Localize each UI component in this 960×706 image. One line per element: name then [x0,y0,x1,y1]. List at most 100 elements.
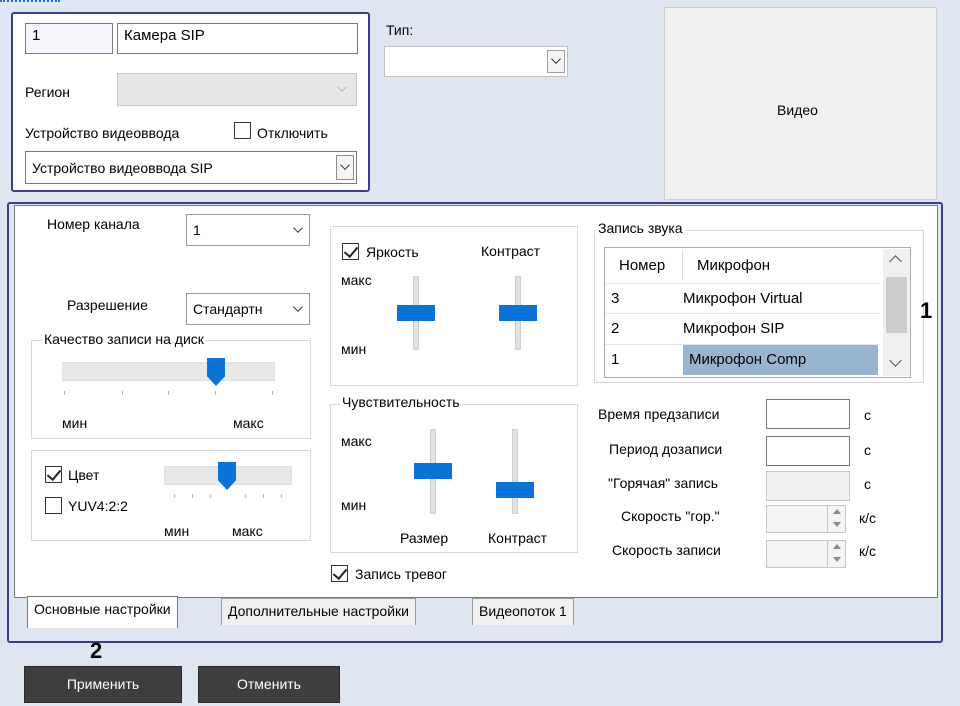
camera-name-field[interactable]: Камера SIP [117,23,358,54]
color-checkbox[interactable] [45,466,62,483]
column-divider [682,250,683,281]
sensitivity-max-label: макс [341,433,372,449]
scroll-up-icon[interactable] [889,255,902,268]
apply-button[interactable]: Применить [24,666,182,703]
post-record-label: Период дозаписи [609,441,723,457]
hot-speed-stepper[interactable] [766,505,846,533]
top-link-fragment [0,0,60,4]
sensitivity-contrast-slider-track[interactable] [512,429,518,514]
yuv-checkbox[interactable] [45,497,62,514]
callout-1: 1 [920,298,933,323]
slider-tick [215,391,216,395]
record-speed-stepper[interactable] [766,540,846,568]
chevron-down-icon [336,155,354,180]
brightness-checkbox[interactable] [342,243,359,260]
image-max-label: макс [341,272,372,288]
alarm-record-checkbox[interactable] [331,565,348,582]
pre-record-field[interactable] [766,399,850,429]
row-number: 3 [611,290,620,307]
video-preview[interactable]: Видео [664,7,937,200]
slider-tick [174,494,175,498]
tab-additional-settings[interactable]: Дополнительные настройки [221,598,416,625]
alarm-record-label: Запись тревог [355,566,447,582]
sensitivity-contrast-label: Контраст [488,530,548,546]
resolution-value: Стандартн [193,301,263,317]
slider-tick [210,494,211,498]
hot-record-label: "Горячая" запись [608,475,719,491]
yuv-label: YUV4:2:2 [68,498,128,514]
scrollbar-thumb[interactable] [886,277,907,333]
cancel-button[interactable]: Отменить [198,666,340,703]
slider-tick [245,494,246,498]
type-select[interactable] [384,46,568,77]
post-record-unit: с [864,442,871,458]
brightness-label: Яркость [366,244,419,260]
spin-down-icon[interactable] [827,519,845,532]
spin-up-icon[interactable] [827,541,845,554]
resolution-select[interactable]: Стандартн [186,293,310,325]
hot-record-unit: с [864,476,871,492]
channel-value: 1 [193,222,201,238]
quality-slider-track[interactable] [62,362,275,381]
camera-id-field[interactable]: 1 [25,23,113,54]
color-label: Цвет [68,467,100,483]
slider-tick [64,391,65,395]
row-microphone: Микрофон Comp [689,351,807,368]
spin-up-icon[interactable] [827,506,845,519]
sensitivity-group-title: Чувствительность [340,394,462,410]
slider-tick [281,494,282,498]
table-scrollbar[interactable] [883,249,910,376]
image-contrast-slider-thumb[interactable] [499,305,537,321]
record-speed-label: Скорость записи [612,542,721,558]
region-label: Регион [25,84,70,100]
slider-tick [263,494,264,498]
sensitivity-min-label: мин [341,497,367,513]
image-contrast-label: Контраст [481,243,541,259]
spin-down-icon[interactable] [827,554,845,567]
pre-record-label: Время предзаписи [598,406,720,422]
chevron-down-icon [547,50,565,73]
callout-2: 2 [90,638,103,663]
video-device-label: Устройство видеоввода [25,125,180,141]
region-select[interactable] [117,73,357,106]
column-header-microphone: Микрофон [697,257,771,274]
list-item[interactable]: 2 Микрофон SIP [605,313,880,344]
row-microphone: Микрофон Virtual [683,290,803,307]
video-label: Видео [777,102,818,118]
hot-record-field[interactable] [766,471,850,501]
scroll-down-icon[interactable] [889,354,902,367]
hot-speed-label: Скорость "гор." [621,508,720,524]
tab-video-stream-1[interactable]: Видеопоток 1 [472,598,574,625]
size-label: Размер [400,530,449,546]
slider-tick [168,391,169,395]
slider-tick [272,391,273,395]
video-device-select[interactable]: Устройство видеоввода SIP [25,151,357,184]
chevron-down-icon [289,297,307,321]
brightness-slider-thumb[interactable] [397,305,435,321]
post-record-field[interactable] [766,436,850,466]
sensitivity-contrast-slider-thumb[interactable] [496,482,534,498]
list-item[interactable]: 3 Микрофон Virtual [605,283,880,314]
pre-record-unit: с [864,407,871,423]
disable-checkbox[interactable] [234,122,251,139]
color-max-label: макс [232,523,263,539]
channel-select[interactable]: 1 [186,214,310,246]
row-microphone: Микрофон SIP [683,320,785,337]
video-device-value: Устройство видеоввода SIP [32,159,213,176]
row-number: 2 [611,320,620,337]
color-min-label: мин [164,523,190,539]
audio-group-title: Запись звука [596,220,685,236]
chevron-down-icon [289,218,307,242]
column-header-number: Номер [619,257,666,274]
record-speed-unit: к/с [859,543,877,559]
list-item-selected[interactable]: 1 Микрофон Comp [605,344,880,375]
quality-group-title: Качество записи на диск [42,331,206,347]
channel-label: Номер канала [47,216,140,232]
image-min-label: мин [341,341,367,357]
slider-tick [192,494,193,498]
quality-min-label: мин [62,415,88,431]
resolution-label: Разрешение [67,297,148,313]
tab-main-settings[interactable]: Основные настройки [27,596,178,628]
chevron-down-icon [333,77,351,102]
size-slider-thumb[interactable] [414,463,452,479]
